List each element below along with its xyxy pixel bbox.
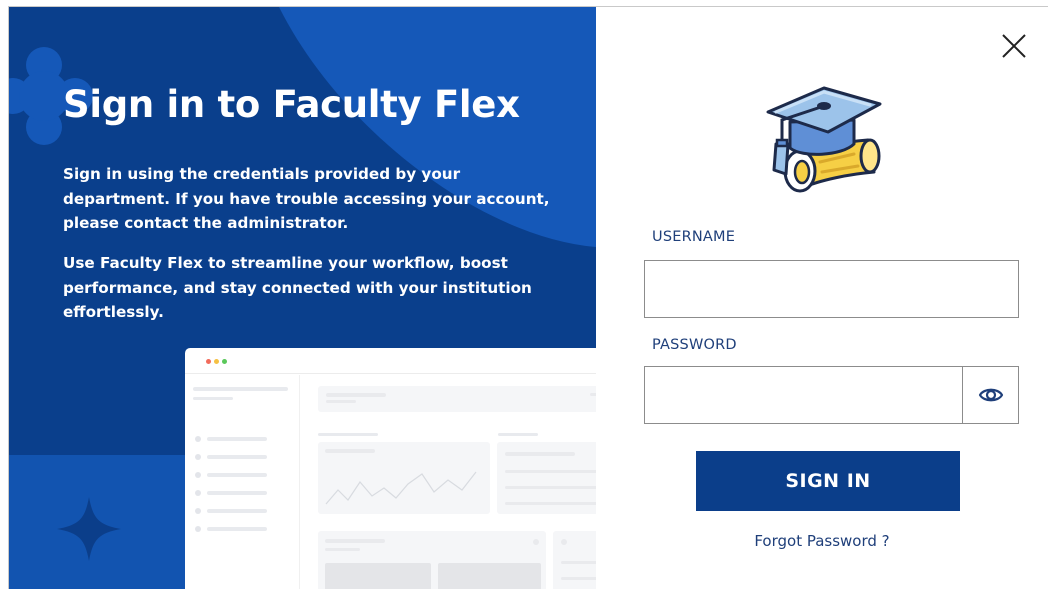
password-input[interactable] [644, 366, 962, 424]
preview-chart-card [318, 442, 490, 514]
close-icon [1002, 34, 1026, 58]
preview-block [561, 539, 567, 545]
preview-list-card [497, 442, 596, 514]
preview-block [505, 486, 596, 489]
preview-bar [318, 433, 378, 436]
show-password-button[interactable] [962, 366, 1019, 424]
preview-bar [193, 387, 288, 391]
preview-bullet [195, 454, 201, 460]
preview-bar [207, 455, 267, 459]
preview-bullet [195, 436, 201, 442]
preview-block [590, 393, 596, 396]
intro-paragraph: Sign in using the credentials provided b… [63, 165, 550, 232]
eye-icon [978, 388, 1003, 402]
preview-bullet [195, 526, 201, 532]
left-info-panel: Sign in to Faculty Flex Sign in using th… [9, 7, 596, 589]
preview-block [326, 393, 386, 397]
close-button[interactable] [997, 29, 1031, 63]
benefits-paragraph: Use Faculty Flex to streamline your work… [63, 254, 532, 321]
window-dot-yellow [214, 359, 219, 364]
preview-block [326, 400, 356, 403]
preview-header-card [318, 386, 596, 412]
preview-block [505, 470, 596, 473]
forgot-password-link[interactable]: Forgot Password ? [696, 532, 948, 550]
preview-sidebar [185, 375, 300, 589]
preview-line-chart [325, 471, 477, 505]
preview-bullet [195, 508, 201, 514]
username-input[interactable] [644, 260, 1019, 318]
preview-block [561, 561, 596, 564]
preview-bullet [195, 490, 201, 496]
preview-bottom-card-right [553, 531, 596, 589]
preview-block [561, 577, 596, 580]
preview-block [325, 449, 375, 453]
graduation-cap-diploma-icon [766, 86, 882, 193]
preview-bar [207, 437, 267, 441]
preview-bar [207, 473, 267, 477]
preview-bar [207, 491, 267, 495]
preview-bottom-card [318, 531, 546, 589]
preview-bar [498, 433, 538, 436]
username-label: USERNAME [652, 229, 736, 245]
tassel [772, 142, 790, 176]
preview-block [505, 452, 575, 456]
preview-bar [193, 397, 233, 400]
dashboard-preview [185, 348, 596, 589]
preview-bar [207, 527, 267, 531]
preview-block [505, 502, 596, 505]
preview-bar [207, 509, 267, 513]
password-label: PASSWORD [652, 337, 737, 353]
window-dot-red [206, 359, 211, 364]
preview-window-bar [185, 348, 596, 374]
window-dot-green [222, 359, 227, 364]
sign-in-button[interactable]: SIGN IN [696, 451, 960, 511]
page-title: Sign in to Faculty Flex [63, 83, 520, 126]
preview-tile [438, 563, 541, 589]
preview-block [325, 548, 360, 551]
preview-tile [325, 563, 431, 589]
preview-block [533, 539, 539, 545]
preview-bullet [195, 472, 201, 478]
preview-block [325, 539, 385, 543]
